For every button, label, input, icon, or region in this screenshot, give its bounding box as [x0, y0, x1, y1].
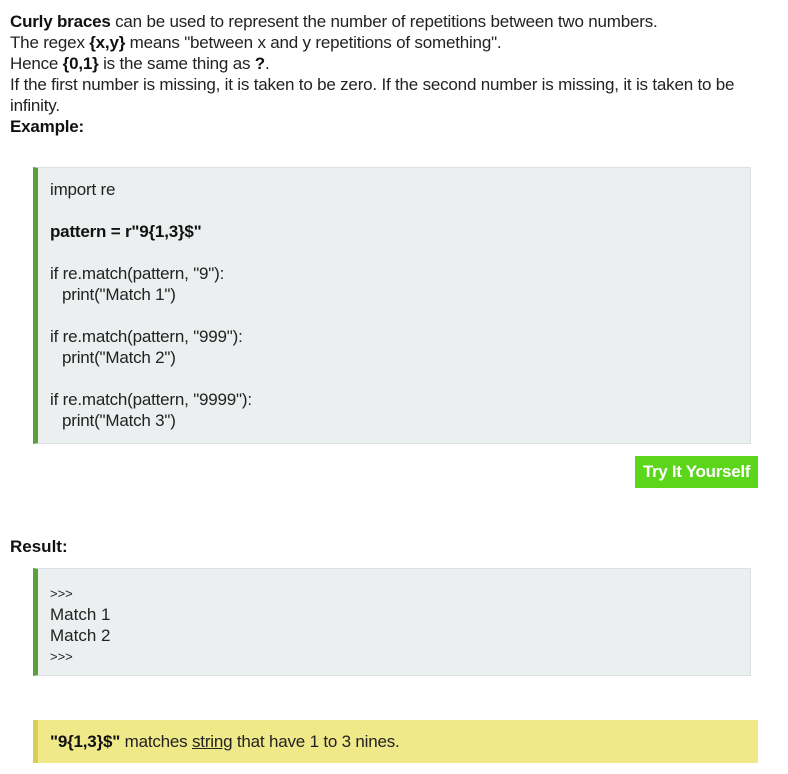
code-line: if re.match(pattern, "9"): [50, 264, 225, 283]
explanation-note: "9{1,3}$" matches string that have 1 to … [33, 720, 758, 763]
code-line: if re.match(pattern, "9999"): [50, 390, 252, 409]
lesson-intro: Curly braces can be used to represent th… [10, 11, 778, 137]
result-label: Result: [10, 537, 68, 556]
intro-01-term: {0,1} [62, 54, 99, 73]
code-line: import re [50, 180, 116, 199]
console-output-line: Match 2 [50, 626, 111, 645]
code-line: print("Match 2") [62, 348, 176, 367]
note-pattern: "9{1,3}$" [50, 732, 121, 751]
try-it-yourself-button[interactable]: Try It Yourself [635, 456, 758, 488]
intro-line-1: Curly braces can be used to represent th… [10, 12, 658, 31]
code-line: if re.match(pattern, "999"): [50, 327, 243, 346]
console-prompt: >>> [50, 586, 73, 601]
intro-line-4: If the first number is missing, it is ta… [10, 75, 735, 115]
example-code-block: import re pattern = r"9{1,3}$" if re.mat… [33, 167, 751, 444]
string-glossary-link[interactable]: string [192, 732, 233, 751]
intro-curly-braces-term: Curly braces [10, 12, 111, 31]
console-output-line: Match 1 [50, 605, 111, 624]
intro-xy-term: {x,y} [89, 33, 126, 52]
intro-question-term: ? [254, 54, 265, 73]
intro-line-3: Hence {0,1} is the same thing as ?. [10, 54, 270, 73]
example-label: Example: [10, 117, 84, 136]
code-line: print("Match 1") [62, 285, 176, 304]
code-line: pattern = r"9{1,3}$" [50, 222, 202, 241]
result-output-block: >>> Match 1 Match 2 >>> [33, 568, 751, 676]
intro-line-2: The regex {x,y} means "between x and y r… [10, 33, 502, 52]
code-line: print("Match 3") [62, 411, 176, 430]
console-prompt: >>> [50, 649, 73, 664]
